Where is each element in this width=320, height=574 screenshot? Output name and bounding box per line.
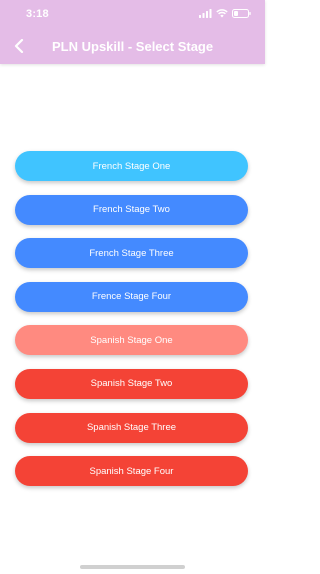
stage-button-label: Frence Stage Four [91, 291, 172, 303]
wifi-icon [216, 9, 228, 18]
stage-button-spanish-4[interactable]: Spanish Stage Four [15, 456, 248, 487]
chevron-left-icon [14, 39, 24, 53]
status-icons [199, 9, 251, 18]
signal-icon [199, 9, 212, 18]
page-title: PLN Upskill - Select Stage [52, 39, 214, 54]
stage-button-french-4[interactable]: Frence Stage Four [15, 281, 248, 312]
app-header: 3:18 PLN Upskill - Select Stage [0, 0, 265, 64]
nav-bar: PLN Upskill - Select Stage [0, 30, 265, 64]
stage-list: French Stage One French Stage Two French… [15, 151, 248, 500]
stage-button-label: Spanish Stage One [90, 334, 173, 346]
stage-button-french-3[interactable]: French Stage Three [15, 238, 248, 269]
stage-button-label: Spanish Stage Three [86, 422, 177, 434]
home-indicator [80, 565, 185, 569]
stage-button-label: Spanish Stage Four [89, 465, 174, 477]
screen: 3:18 PLN Upskill - Select Stage French S… [0, 0, 265, 574]
stage-button-label: French Stage Two [93, 204, 170, 216]
stage-button-label: French Stage Three [89, 247, 174, 259]
status-bar: 3:18 [0, 0, 265, 28]
stage-button-french-2[interactable]: French Stage Two [15, 194, 248, 225]
stage-button-spanish-3[interactable]: Spanish Stage Three [15, 412, 248, 443]
back-button[interactable] [8, 34, 30, 58]
stage-button-french-1[interactable]: French Stage One [15, 151, 248, 181]
stage-button-label: French Stage One [92, 160, 171, 172]
status-time: 3:18 [26, 8, 49, 20]
stage-button-spanish-1[interactable]: Spanish Stage One [15, 325, 248, 356]
stage-button-label: Spanish Stage Two [90, 378, 173, 390]
battery-icon [232, 9, 251, 18]
stage-button-spanish-2[interactable]: Spanish Stage Two [15, 368, 248, 399]
